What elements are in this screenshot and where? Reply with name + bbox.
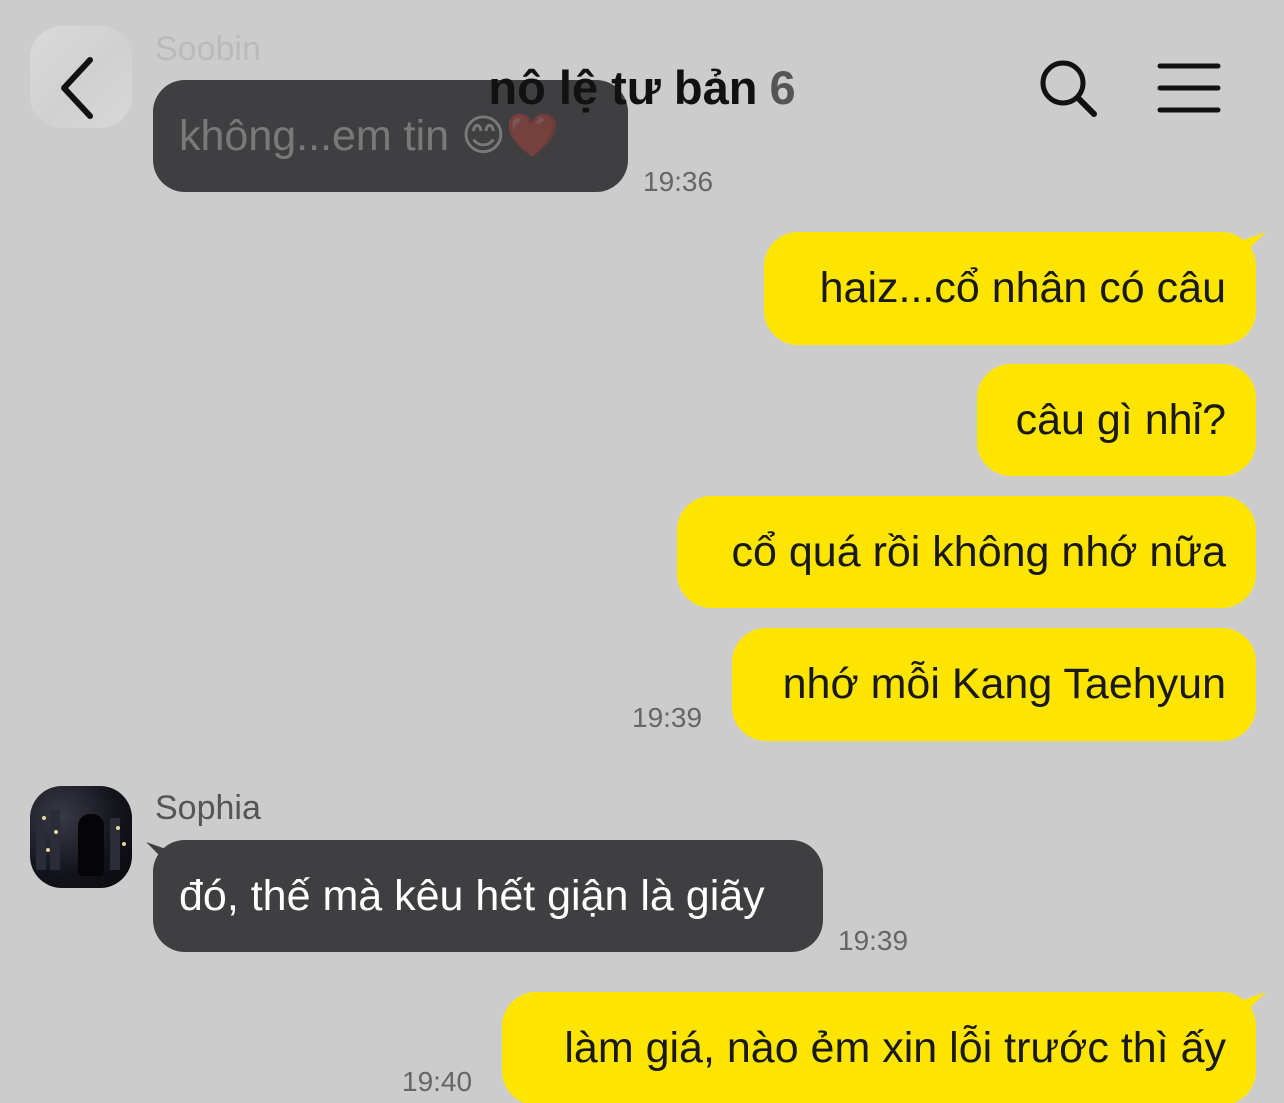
message-time: 19:40: [402, 1066, 473, 1097]
message-bubble-outgoing[interactable]: nhớ mỗi Kang Taehyun: [732, 628, 1256, 741]
message-text: cổ quá rồi không nhớ nữa: [731, 527, 1226, 576]
message-text: đó, thế mà kêu hết giận là giãy: [179, 871, 765, 920]
search-icon: [1040, 60, 1097, 117]
chat-screen: Soobin không...em tin 😊❤️ 19:36 haiz...c…: [0, 0, 1284, 1103]
message-bubble-outgoing[interactable]: câu gì nhỉ?: [977, 364, 1256, 476]
hamburger-menu-icon: [1157, 63, 1221, 113]
room-name: nô lệ tư bản: [488, 61, 758, 114]
message-text: làm giá, nào ẻm xin lỗi trước thì ấy: [564, 1024, 1226, 1072]
message-text: nhớ mỗi Kang Taehyun: [782, 660, 1226, 708]
message-text: câu gì nhỉ?: [1015, 395, 1226, 444]
message-time: 19:39: [838, 925, 909, 956]
message-bubble-incoming[interactable]: đó, thế mà kêu hết giận là giãy: [153, 840, 823, 952]
message-text: haiz...cổ nhân có câu: [819, 264, 1226, 312]
search-button[interactable]: [1036, 56, 1102, 122]
member-count: 6: [769, 61, 796, 114]
avatar-sophia[interactable]: [30, 786, 132, 888]
message-time: 19:39: [632, 702, 703, 733]
message-bubble-outgoing[interactable]: haiz...cổ nhân có câu: [764, 232, 1256, 345]
menu-button[interactable]: [1154, 58, 1224, 118]
message-bubble-outgoing[interactable]: cổ quá rồi không nhớ nữa: [677, 496, 1256, 608]
message-bubble-outgoing[interactable]: làm giá, nào ẻm xin lỗi trước thì ấy: [502, 992, 1256, 1103]
sender-name-sophia: Sophia: [155, 789, 261, 827]
chat-header: nô lệ tư bản 6: [0, 0, 1284, 180]
